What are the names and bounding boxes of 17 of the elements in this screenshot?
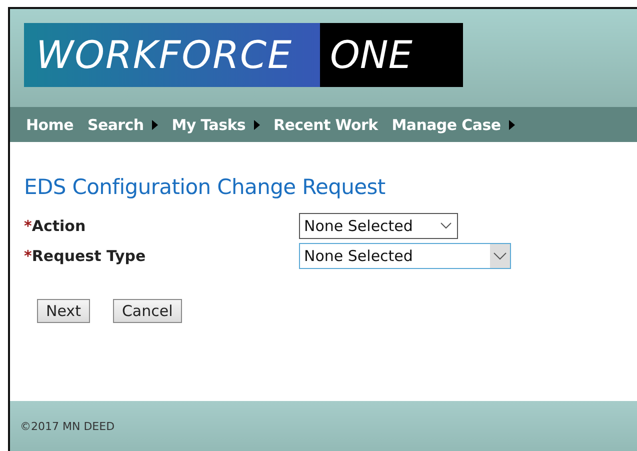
logo-text: WORKFORCE xyxy=(24,23,320,87)
form-button[interactable]: Cancel xyxy=(112,299,182,323)
field-label: *Action xyxy=(24,217,87,235)
chevron-icon xyxy=(440,222,452,230)
nav-item[interactable]: My Tasks xyxy=(172,116,260,134)
logo-text: ONE xyxy=(320,23,463,87)
dropdown[interactable]: None Selected xyxy=(299,243,511,269)
nav-item[interactable]: Manage Case xyxy=(392,116,515,134)
dropdown[interactable]: None Selected xyxy=(299,213,458,239)
page-title: EDS Configuration Change Request xyxy=(24,175,386,199)
nav-item[interactable]: Recent Work xyxy=(274,116,378,134)
nav-item[interactable]: Home xyxy=(26,116,74,134)
field-label: *Request Type xyxy=(24,247,147,265)
copyright-text: ©2017 MN DEED xyxy=(20,420,115,432)
chevron-icon xyxy=(490,244,510,268)
form-button[interactable]: Next xyxy=(37,299,90,323)
nav-item[interactable]: Search xyxy=(87,116,158,134)
